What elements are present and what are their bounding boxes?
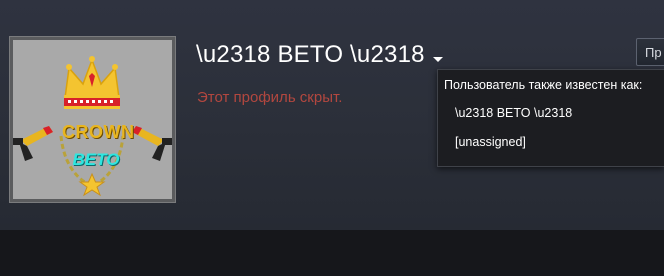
crown-logo (13, 56, 172, 197)
crown-icon (64, 56, 120, 109)
profile-action-button[interactable]: Пр (636, 38, 664, 66)
alias-popup-title: Пользователь также известен как: (444, 78, 643, 92)
profile-avatar[interactable] (9, 36, 176, 203)
pistol-icon-left (13, 126, 53, 161)
profile-private-notice: Этот профиль скрыт. (197, 89, 343, 106)
profile-footer-bar (0, 230, 664, 276)
pistol-icon-right (132, 126, 172, 161)
avatar-text-beto: BETO (72, 150, 120, 169)
alias-item: \u2318 BETO \u2318 (455, 106, 573, 120)
star-icon (78, 172, 106, 197)
avatar-image (13, 40, 172, 199)
avatar-text-crown: CROWN (62, 122, 135, 142)
alias-item: [unassigned] (455, 135, 526, 149)
alias-history-popup: Пользователь также известен как: \u2318 … (437, 69, 664, 167)
caret-down-icon[interactable] (433, 57, 443, 62)
profile-name: \u2318 BETO \u2318 (196, 41, 425, 68)
profile-action-button-label: Пр (645, 45, 662, 60)
